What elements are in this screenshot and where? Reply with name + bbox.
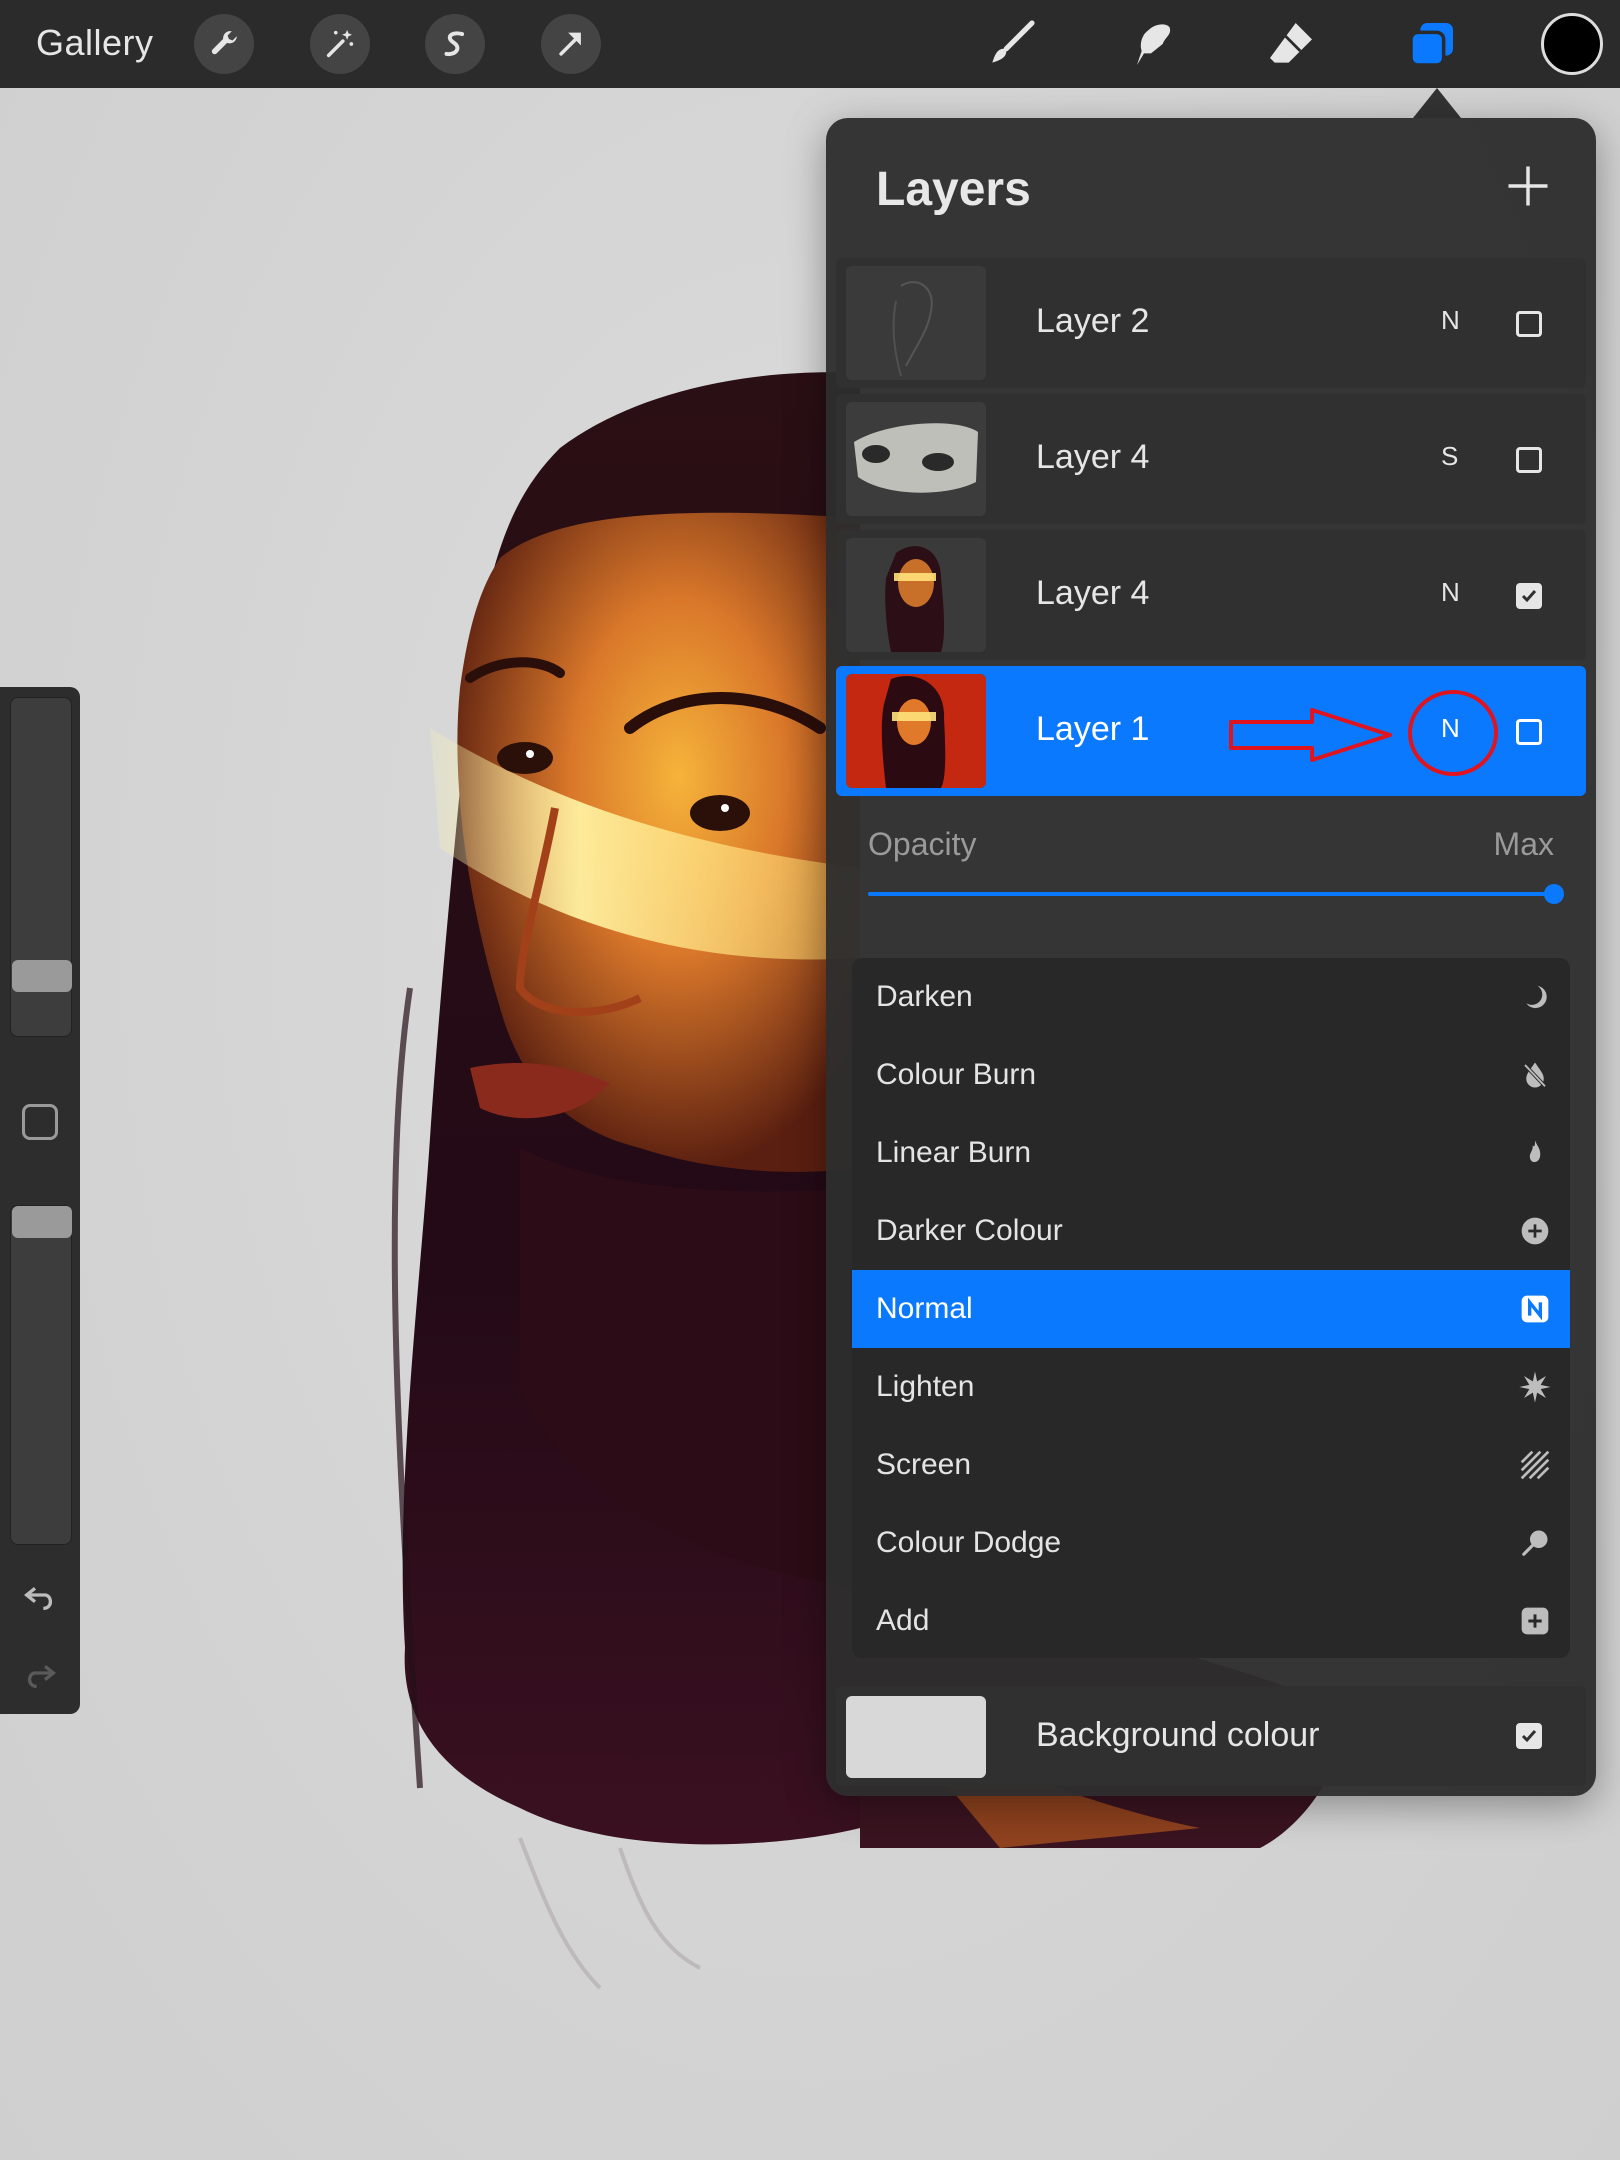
check-icon xyxy=(1521,590,1537,603)
layer-name: Layer 2 xyxy=(1036,302,1150,340)
layer-visibility-checkbox[interactable] xyxy=(1516,583,1542,609)
n-badge-icon xyxy=(1518,1292,1552,1326)
blend-mode-add[interactable]: Add xyxy=(852,1582,1570,1658)
colour-picker-button[interactable] xyxy=(1541,13,1603,75)
blend-mode-colour-burn[interactable]: Colour Burn xyxy=(852,1036,1570,1114)
layer-blend-mode-button[interactable]: N xyxy=(1441,577,1460,608)
layer-blend-mode-button[interactable]: N xyxy=(1441,305,1460,336)
layers-title: Layers xyxy=(876,163,1031,216)
blend-mode-label: Linear Burn xyxy=(876,1136,1032,1169)
magic-wand-icon[interactable] xyxy=(310,14,370,74)
starburst-icon xyxy=(1518,1370,1552,1404)
blend-mode-list: Darken Colour Burn Linear Burn Darker Co… xyxy=(852,958,1570,1658)
blend-mode-lighten[interactable]: Lighten xyxy=(852,1348,1570,1426)
undo-icon[interactable] xyxy=(20,1575,60,1615)
layer-visibility-checkbox[interactable] xyxy=(1516,719,1542,745)
hatch-icon xyxy=(1518,1448,1552,1482)
plus-circle-icon xyxy=(1518,1214,1552,1248)
blend-mode-darker-colour[interactable]: Darker Colour xyxy=(852,1192,1570,1270)
burn-drop-icon xyxy=(1518,1058,1552,1092)
background-colour-swatch[interactable] xyxy=(846,1696,986,1778)
blend-mode-label: Darken xyxy=(876,980,973,1013)
layers-icon[interactable] xyxy=(1398,10,1466,78)
transform-arrow-icon[interactable] xyxy=(541,14,601,74)
layer-row-layer-4[interactable]: Layer 4 N xyxy=(836,530,1586,660)
layer-thumbnail xyxy=(846,266,986,380)
layers-panel: Layers Layer 2 N Layer 4 S Layer 4 N Lay… xyxy=(826,118,1596,1796)
layer-blend-mode-button[interactable]: N xyxy=(1441,713,1460,744)
layer-thumbnail xyxy=(846,538,986,652)
layer-visibility-checkbox[interactable] xyxy=(1516,311,1542,337)
brush-opacity-slider[interactable] xyxy=(10,1205,72,1545)
blend-mode-linear-burn[interactable]: Linear Burn xyxy=(852,1114,1570,1192)
blend-mode-label: Screen xyxy=(876,1448,972,1481)
opacity-slider[interactable] xyxy=(868,884,1564,904)
brush-size-slider[interactable] xyxy=(10,697,72,1037)
selection-icon[interactable] xyxy=(425,14,485,74)
eraser-icon[interactable] xyxy=(1257,10,1325,78)
blend-mode-label: Darker Colour xyxy=(876,1214,1063,1247)
background-colour-row[interactable]: Background colour xyxy=(836,1686,1586,1786)
wrench-icon[interactable] xyxy=(194,14,254,74)
layer-row-layer-2[interactable]: Layer 2 N xyxy=(836,258,1586,388)
blend-mode-label: Add xyxy=(876,1604,930,1637)
blend-mode-label: Colour Dodge xyxy=(876,1526,1062,1559)
modify-button[interactable] xyxy=(22,1104,58,1140)
flame-icon xyxy=(1518,1136,1552,1170)
brush-opacity-thumb[interactable] xyxy=(12,1206,72,1238)
add-layer-icon[interactable] xyxy=(1502,160,1554,212)
moon-icon xyxy=(1518,980,1552,1014)
layer-row-layer-4-screen[interactable]: Layer 4 S xyxy=(836,394,1586,524)
popover-caret xyxy=(1413,88,1461,118)
layer-blend-mode-button[interactable]: S xyxy=(1441,441,1458,472)
layer-name: Layer 1 xyxy=(1036,710,1150,748)
top-toolbar: Gallery xyxy=(0,0,1620,88)
layer-visibility-checkbox[interactable] xyxy=(1516,447,1542,473)
blend-mode-label: Lighten xyxy=(876,1370,975,1403)
blend-mode-screen[interactable]: Screen xyxy=(852,1426,1570,1504)
background-visibility-checkbox[interactable] xyxy=(1516,1723,1542,1749)
blend-mode-darken[interactable]: Darken xyxy=(852,958,1570,1036)
blend-mode-label: Colour Burn xyxy=(876,1058,1037,1091)
gallery-button[interactable]: Gallery xyxy=(36,22,154,64)
opacity-slider-fill xyxy=(868,892,1554,896)
redo-icon[interactable] xyxy=(20,1653,60,1693)
layer-row-layer-1[interactable]: Layer 1 N xyxy=(836,666,1586,796)
side-toolbar xyxy=(0,687,80,1714)
opacity-value: Max xyxy=(1493,826,1554,862)
layer-name: Layer 4 xyxy=(1036,574,1150,612)
opacity-slider-knob[interactable] xyxy=(1544,884,1564,904)
brush-size-thumb[interactable] xyxy=(12,960,72,992)
opacity-label: Opacity xyxy=(868,826,977,862)
layer-thumbnail xyxy=(846,674,986,788)
blend-mode-normal[interactable]: Normal xyxy=(852,1270,1570,1348)
plus-square-icon xyxy=(1518,1604,1552,1638)
brush-icon[interactable] xyxy=(977,10,1045,78)
smudge-icon[interactable] xyxy=(1117,10,1185,78)
dodge-icon xyxy=(1518,1526,1552,1560)
blend-mode-label: Normal xyxy=(876,1292,973,1325)
layer-thumbnail xyxy=(846,402,986,516)
check-icon xyxy=(1521,1730,1537,1743)
blend-mode-colour-dodge[interactable]: Colour Dodge xyxy=(852,1504,1570,1582)
layer-name: Layer 4 xyxy=(1036,438,1150,476)
background-colour-label: Background colour xyxy=(1036,1716,1320,1754)
